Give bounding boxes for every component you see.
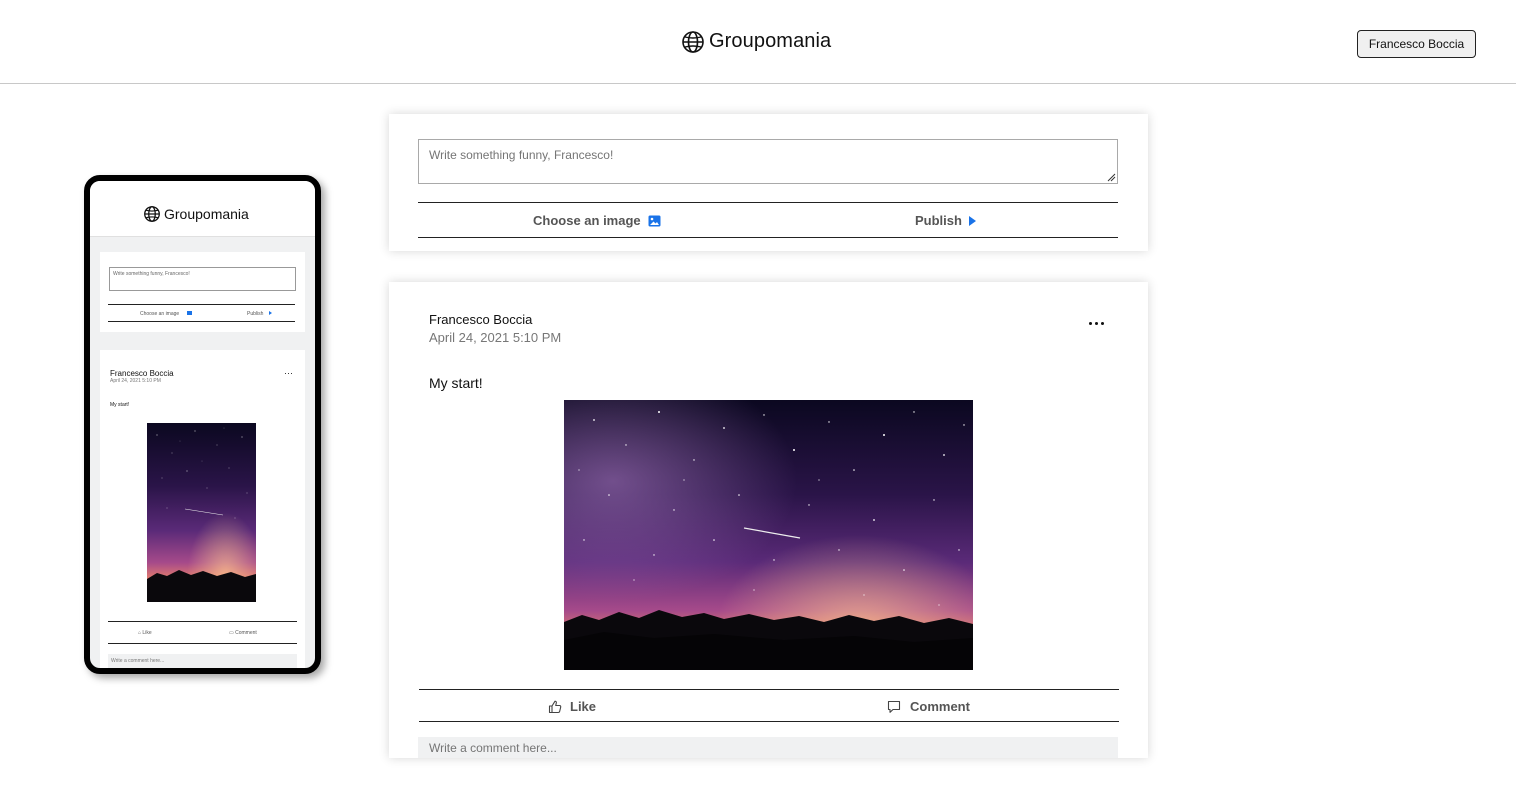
mobile-create-post-card: Write something funny, Francesco! Choose… [100, 252, 305, 332]
globe-icon [144, 206, 160, 222]
thumbs-up-icon [548, 700, 562, 713]
comment-label: Comment [910, 699, 970, 714]
mobile-post-author[interactable]: Francesco Boccia [110, 369, 174, 378]
post-actions: Like Comment [419, 689, 1119, 722]
mobile-post-date: April 24, 2021 5:10 PM [110, 378, 161, 384]
create-post-card: Choose an image Publish [389, 114, 1148, 251]
thumbs-up-icon: ⌂ [138, 630, 142, 636]
mobile-publish-button[interactable]: Publish [247, 311, 272, 317]
play-arrow-icon [968, 215, 976, 226]
post-card: Francesco Boccia April 24, 2021 5:10 PM … [389, 282, 1148, 758]
choose-image-label: Choose an image [533, 213, 641, 228]
mobile-post-input[interactable]: Write something funny, Francesco! [109, 267, 296, 291]
more-dots-icon[interactable] [1089, 318, 1107, 328]
comment-input[interactable] [418, 737, 1118, 758]
image-icon [648, 215, 661, 226]
create-post-actions: Choose an image Publish [418, 202, 1118, 238]
user-menu-button[interactable]: Francesco Boccia [1357, 30, 1476, 58]
mobile-post-card: Francesco Boccia April 24, 2021 5:10 PM … [100, 350, 305, 668]
more-dots-icon[interactable]: ··· [284, 368, 293, 378]
resize-handle-icon[interactable] [1107, 173, 1116, 182]
comment-icon [887, 700, 901, 713]
mobile-create-actions: Choose an image Publish [108, 304, 295, 322]
post-image [564, 400, 973, 670]
brand-logo[interactable]: Groupomania [682, 30, 831, 53]
choose-image-button[interactable]: Choose an image [533, 213, 661, 228]
mobile-comment-input[interactable]: Write a comment here... [108, 654, 297, 668]
mobile-header: Groupomania [90, 181, 315, 237]
mobile-post-actions: ⌂ Like ▭ Comment [108, 621, 297, 644]
post-input[interactable] [418, 139, 1118, 184]
brand-name: Groupomania [709, 30, 832, 52]
mobile-post-content: My start! [110, 402, 130, 408]
globe-icon [682, 30, 704, 53]
image-icon [186, 311, 192, 315]
comment-button[interactable]: Comment [887, 699, 970, 714]
comment-icon: ▭ [229, 630, 234, 636]
post-content: My start! [429, 375, 483, 391]
like-button[interactable]: Like [548, 699, 596, 714]
mobile-post-image [147, 423, 256, 602]
top-header: Groupomania Francesco Boccia [0, 0, 1516, 84]
publish-label: Publish [915, 213, 962, 228]
play-arrow-icon [268, 311, 272, 315]
publish-button[interactable]: Publish [915, 213, 977, 228]
mobile-brand-name: Groupomania [164, 206, 249, 222]
like-label: Like [570, 699, 597, 714]
mobile-like-button[interactable]: ⌂ Like [138, 630, 152, 636]
post-date: April 24, 2021 5:10 PM [429, 330, 562, 345]
mobile-brand-logo[interactable]: Groupomania [144, 206, 249, 222]
mobile-choose-image-button[interactable]: Choose an image [140, 311, 192, 317]
post-author[interactable]: Francesco Boccia [429, 312, 532, 327]
mobile-comment-button[interactable]: ▭ Comment [229, 630, 257, 636]
mobile-preview: Groupomania Write something funny, Franc… [84, 175, 321, 674]
